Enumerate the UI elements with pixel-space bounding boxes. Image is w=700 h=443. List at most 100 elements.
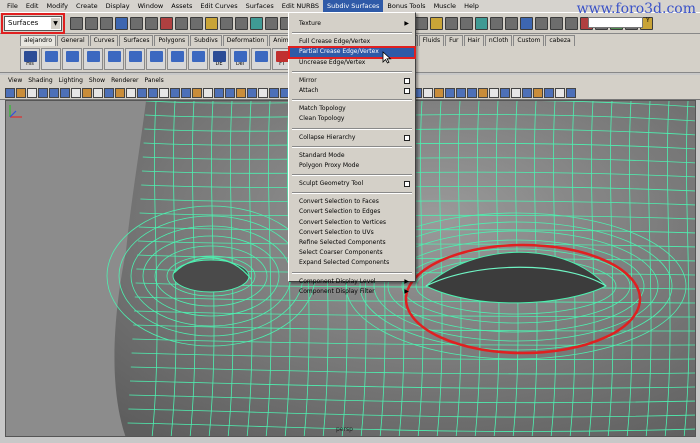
panel-tool-icon[interactable]	[137, 87, 147, 98]
menu-item-select-coarser-components[interactable]: Select Coarser Components	[289, 248, 415, 258]
menu-item-standard-mode[interactable]: Standard Mode	[289, 151, 415, 161]
panel-menu-lighting[interactable]: Lighting	[56, 77, 86, 84]
panel-tool-icon[interactable]	[115, 87, 125, 98]
status-tool-icon[interactable]	[190, 16, 203, 30]
shelf-button[interactable]	[251, 48, 271, 70]
menu-item-uncrease-edge-vertex[interactable]: Uncrease Edge/Vertex	[289, 58, 415, 68]
panel-tool-icon[interactable]	[423, 87, 433, 98]
status-tool-icon[interactable]	[550, 16, 563, 30]
status-tool-icon[interactable]	[85, 16, 98, 30]
shelf-tab[interactable]: nCloth	[484, 35, 513, 46]
panel-tool-icon[interactable]	[181, 87, 191, 98]
shelf-tab[interactable]: Hair	[463, 35, 484, 46]
panel-tool-icon[interactable]	[71, 87, 81, 98]
panel-tool-icon[interactable]	[214, 87, 224, 98]
shelf-tab[interactable]: alejandro	[20, 35, 56, 46]
status-tool-icon[interactable]	[220, 16, 233, 30]
status-tool-icon[interactable]	[460, 16, 473, 30]
menu-item-convert-selection-to-vertices[interactable]: Convert Selection to Vertices	[289, 218, 415, 228]
menu-edit[interactable]: Edit	[22, 0, 43, 12]
menu-edit-curves[interactable]: Edit Curves	[196, 0, 241, 12]
panel-tool-icon[interactable]	[16, 87, 26, 98]
menu-item-refine-selected-components[interactable]: Refine Selected Components	[289, 238, 415, 248]
panel-tool-icon[interactable]	[192, 87, 202, 98]
menu-item-convert-selection-to-edges[interactable]: Convert Selection to Edges	[289, 207, 415, 217]
status-tool-icon[interactable]	[505, 16, 518, 30]
panel-tool-icon[interactable]	[93, 87, 103, 98]
status-tool-icon[interactable]	[445, 16, 458, 30]
status-tool-icon[interactable]	[205, 16, 218, 30]
shelf-tab[interactable]: Deformation	[222, 35, 269, 46]
menu-create[interactable]: Create	[72, 0, 102, 12]
status-tool-icon[interactable]	[70, 16, 83, 30]
menu-item-clean-topology[interactable]: Clean Topology	[289, 114, 415, 124]
shelf-button[interactable]: DE	[209, 48, 229, 70]
menu-item-match-topology[interactable]: Match Topology	[289, 104, 415, 114]
menu-item-partial-crease-edge-vertex[interactable]: Partial Crease Edge/Vertex	[288, 46, 416, 59]
panel-tool-icon[interactable]	[27, 87, 37, 98]
panel-tool-icon[interactable]	[511, 87, 521, 98]
status-tool-icon[interactable]	[265, 16, 278, 30]
panel-tool-icon[interactable]	[434, 87, 444, 98]
shelf-button[interactable]: His	[20, 48, 40, 70]
option-box-icon[interactable]	[404, 134, 410, 141]
panel-tool-icon[interactable]	[38, 87, 48, 98]
menu-item-component-display-level[interactable]: Component Display Level ▶	[289, 277, 415, 287]
shelf-button[interactable]	[62, 48, 82, 70]
panel-tool-icon[interactable]	[5, 87, 15, 98]
panel-tool-icon[interactable]	[544, 87, 554, 98]
shelf-tab[interactable]: cabeza	[545, 35, 575, 46]
option-box-icon[interactable]	[404, 87, 410, 94]
shelf-tab[interactable]: Subdivs	[190, 35, 222, 46]
status-tool-icon[interactable]	[250, 16, 263, 30]
shelf-button[interactable]	[83, 48, 103, 70]
menu-item-sculpt-geometry-tool[interactable]: Sculpt Geometry Tool	[289, 179, 415, 189]
shelf-tab[interactable]: Curves	[89, 35, 119, 46]
shelf-tab[interactable]: Surfaces	[119, 35, 154, 46]
menu-bonus-tools[interactable]: Bonus Tools	[383, 0, 429, 12]
panel-tool-icon[interactable]	[533, 87, 543, 98]
panel-menu-view[interactable]: View	[5, 77, 25, 84]
panel-tool-icon[interactable]	[104, 87, 114, 98]
menu-item-attach[interactable]: Attach	[289, 86, 415, 96]
menu-window[interactable]: Window	[134, 0, 168, 12]
menu-edit-nurbs[interactable]: Edit NURBS	[278, 0, 323, 12]
menu-item-texture[interactable]: Texture ▶	[289, 19, 415, 29]
menu-muscle[interactable]: Muscle	[430, 0, 461, 12]
panel-tool-icon[interactable]	[566, 87, 576, 98]
panel-tool-icon[interactable]	[478, 87, 488, 98]
menu-file[interactable]: File	[3, 0, 22, 12]
panel-tool-icon[interactable]	[203, 87, 213, 98]
shelf-tab[interactable]: General	[57, 35, 89, 46]
shelf-tab[interactable]: Custom	[513, 35, 545, 46]
menu-display[interactable]: Display	[102, 0, 134, 12]
shelf-tab[interactable]: Fur	[445, 35, 463, 46]
shelf-button[interactable]	[146, 48, 166, 70]
menu-modify[interactable]: Modify	[42, 0, 72, 12]
shelf-tab[interactable]: Polygons	[154, 35, 190, 46]
panel-tool-icon[interactable]	[555, 87, 565, 98]
status-tool-icon[interactable]	[175, 16, 188, 30]
status-tool-icon[interactable]	[160, 16, 173, 30]
panel-menu-panels[interactable]: Panels	[141, 77, 166, 84]
coordinate-input[interactable]	[588, 17, 643, 28]
panel-tool-icon[interactable]	[60, 87, 70, 98]
status-tool-icon[interactable]	[145, 16, 158, 30]
menu-item-component-display-filter[interactable]: Component Display Filter ▶	[289, 287, 415, 297]
status-tool-icon[interactable]	[520, 16, 533, 30]
panel-tool-icon[interactable]	[49, 87, 59, 98]
panel-tool-icon[interactable]	[170, 87, 180, 98]
panel-tool-icon[interactable]	[247, 87, 257, 98]
menu-help[interactable]: Help	[460, 0, 483, 12]
panel-tool-icon[interactable]	[500, 87, 510, 98]
panel-menu-shading[interactable]: Shading	[25, 77, 55, 84]
shelf-button[interactable]	[125, 48, 145, 70]
panel-menu-show[interactable]: Show	[86, 77, 108, 84]
panel-tool-icon[interactable]	[467, 87, 477, 98]
status-tool-icon[interactable]	[130, 16, 143, 30]
status-tool-icon[interactable]	[430, 16, 443, 30]
panel-menu-renderer[interactable]: Renderer	[108, 77, 141, 84]
shelf-button[interactable]	[188, 48, 208, 70]
menu-subdiv-surfaces[interactable]: Subdiv Surfaces	[323, 0, 384, 12]
menu-item-full-crease-edge-vertex[interactable]: Full Crease Edge/Vertex	[289, 37, 415, 47]
